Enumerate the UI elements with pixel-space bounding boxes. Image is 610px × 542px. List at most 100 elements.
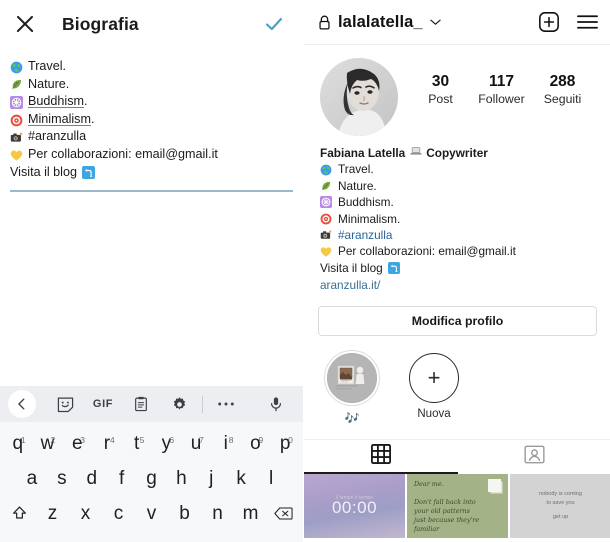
more-dots-icon[interactable] [207, 390, 245, 418]
key-c[interactable]: c [102, 501, 135, 527]
stat-value: 288 [549, 73, 576, 90]
key-label: l [268, 468, 274, 489]
grid-tab[interactable] [304, 440, 458, 474]
occupation-text: Copywriter [426, 146, 488, 160]
clipboard-icon[interactable] [122, 390, 160, 418]
stat-seguiti[interactable]: 288 Seguiti [536, 72, 590, 108]
backspace-key-icon[interactable] [267, 501, 300, 527]
key-f[interactable]: f [107, 466, 137, 492]
key-e[interactable]: 3e [62, 431, 92, 457]
microphone-icon[interactable] [257, 390, 295, 418]
key-z[interactable]: z [36, 501, 69, 527]
key-label: v [146, 503, 157, 524]
bio-line: Minimalism. [10, 111, 293, 129]
gif-icon[interactable]: GIF [84, 390, 122, 418]
key-num: 8 [228, 435, 234, 445]
key-num: 5 [139, 435, 145, 445]
key-num: 7 [199, 435, 204, 445]
bio-line: Travel. [10, 58, 293, 76]
bio-line-text: Nature. [338, 178, 377, 193]
key-n[interactable]: n [201, 501, 234, 527]
profile-header: lalalatella_ [304, 0, 610, 44]
chevron-down-icon[interactable] [430, 18, 441, 26]
on-screen-keyboard: GIF 1q 2w 3 e 4 r 5 t 6 y 7 u 8 i 9 o 0 … [0, 386, 303, 542]
plus-icon: + [409, 352, 459, 403]
gif-label: GIF [92, 398, 114, 410]
page-title: Biografia [62, 13, 139, 34]
plus-box-icon[interactable] [538, 11, 560, 33]
stat-value: 30 [431, 73, 450, 90]
bio-line: Nature. [10, 76, 293, 94]
story-highlights: 🎶 + Nuova [304, 336, 610, 425]
bio-line-text: Per collaborazioni: email@gmail.it [338, 244, 516, 259]
key-r[interactable]: 4r [92, 431, 122, 457]
bio-line-suffix: . [84, 94, 88, 109]
key-x[interactable]: x [69, 501, 102, 527]
close-x-icon[interactable] [10, 9, 40, 39]
key-a[interactable]: a [17, 466, 47, 492]
key-g[interactable]: g [137, 466, 167, 492]
bio-line-text: Travel. [338, 162, 374, 177]
post-gray-text[interactable]: nobody is coming to save you get up [510, 473, 610, 538]
key-s[interactable]: s [47, 466, 77, 492]
avatar[interactable] [320, 58, 398, 136]
key-v[interactable]: v [135, 501, 168, 527]
post-handwritten-note[interactable]: Dear me. Don't fall back into your old pat… [407, 473, 508, 538]
shift-key-icon[interactable] [3, 501, 36, 527]
sticker-face-icon[interactable] [46, 390, 84, 418]
profile-username[interactable]: lalalatella_ [338, 13, 423, 32]
key-q[interactable]: 1q [3, 431, 33, 457]
post-purple-sky[interactable]: il tempo è tempo 00:00 [304, 473, 405, 538]
tagged-tab[interactable] [458, 440, 610, 474]
hamburger-menu-icon[interactable] [576, 13, 599, 31]
bio-line: Buddhism. [320, 194, 595, 210]
key-label: k [236, 468, 246, 489]
bio-textarea[interactable]: Travel. Nature. Buddhism. Minimalism. #a… [0, 48, 303, 192]
toolbar-separator [202, 395, 203, 413]
key-num: 3 [80, 435, 85, 445]
key-i[interactable]: 8i [211, 431, 241, 457]
key-u[interactable]: 7u [181, 431, 211, 457]
bio-line-suffix: . [90, 111, 95, 126]
direct-hit-icon [320, 213, 333, 226]
profile-website-link[interactable]: aranzulla.it/ [320, 276, 595, 293]
key-k[interactable]: k [226, 466, 256, 492]
check-icon[interactable] [259, 9, 289, 39]
profile-bio: Fabiana Latella Copywriter Travel. Natur… [304, 136, 610, 294]
key-t[interactable]: 5t [122, 431, 152, 457]
key-label: t [134, 433, 140, 454]
key-m[interactable]: m [234, 501, 267, 527]
bio-line: Visita il blog [320, 260, 595, 276]
gear-icon[interactable] [160, 390, 198, 418]
key-b[interactable]: b [168, 501, 201, 527]
edit-profile-button[interactable]: Modifica profilo [318, 305, 597, 336]
key-j[interactable]: j [196, 466, 226, 492]
profile-stats: 30 Post 117 Follower 288 Seguiti [398, 58, 595, 108]
back-chevron-icon[interactable] [8, 390, 36, 418]
bio-line-text: Buddhism [28, 94, 85, 109]
bio-line: #aranzulla [10, 128, 293, 146]
key-l[interactable]: l [256, 466, 286, 492]
bio-line: Visita il blog [10, 164, 293, 182]
key-label: s [57, 468, 67, 489]
key-y[interactable]: 6y [152, 431, 182, 457]
key-d[interactable]: d [77, 466, 107, 492]
key-w[interactable]: 2w [33, 431, 63, 457]
key-label: j [209, 468, 214, 489]
bio-line: Buddhism. [10, 93, 293, 111]
arrows-clockwise-down-icon [81, 166, 95, 180]
key-p[interactable]: 0p [270, 431, 300, 457]
globe-showing-europe-africa-icon [320, 164, 333, 177]
key-h[interactable]: h [166, 466, 196, 492]
bio-line-text: Visita il blog [10, 164, 77, 179]
stat-post[interactable]: 30 Post [414, 72, 468, 108]
bio-line-text: Visita il blog [320, 260, 383, 275]
tagged-person-icon [524, 444, 545, 470]
highlight-new[interactable]: + Nuova [404, 350, 464, 425]
bio-hashtag-link[interactable]: #aranzulla [338, 227, 392, 243]
key-o[interactable]: 9o [241, 431, 271, 457]
post-caption: nobody is coming to save you get up [539, 490, 582, 520]
highlight-music-notes[interactable]: 🎶 [322, 349, 382, 425]
stat-follower[interactable]: 117 Follower [475, 72, 529, 108]
keyboard-row-1: 1q 2w 3e 4r 5t 6y 7u 8i 9o 0p [3, 431, 300, 466]
